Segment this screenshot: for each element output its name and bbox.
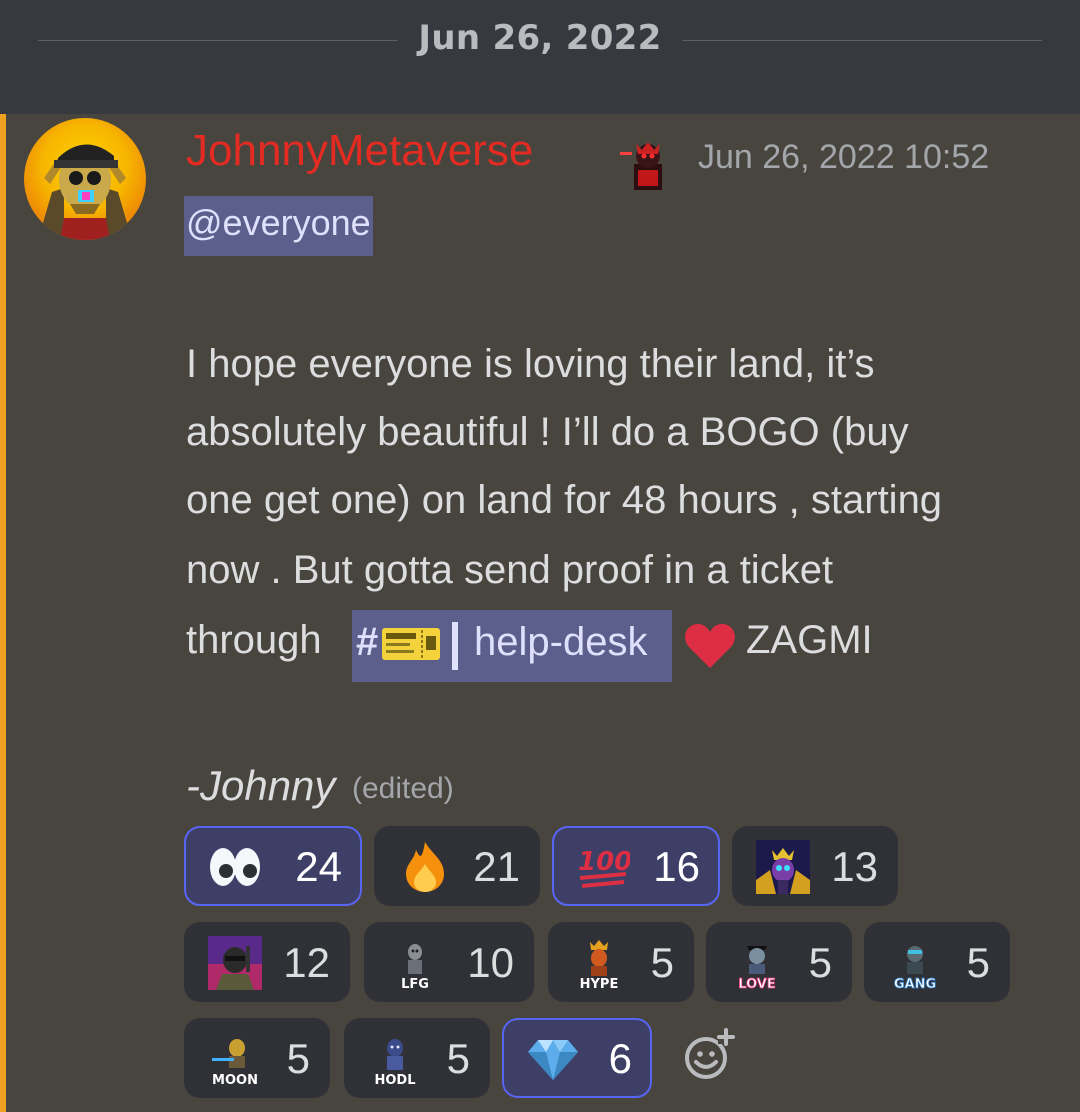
reaction-count: 12: [283, 939, 330, 986]
emoji-label: HODL: [374, 1073, 415, 1086]
soldier-emoji: [208, 936, 262, 990]
reaction-count: 5: [650, 939, 674, 986]
reaction-lfg[interactable]: LFG 10: [364, 922, 534, 1002]
message-line-2: absolutely beautiful ! I’ll do a BOGO (b…: [186, 410, 909, 454]
hype-emoji: HYPE: [572, 936, 626, 992]
channel-hash: #: [356, 620, 379, 664]
reaction-fire[interactable]: 21: [374, 826, 540, 906]
reaction-gang[interactable]: GANG 5: [864, 922, 1010, 1002]
channel-link-help-desk[interactable]: # help-desk: [352, 610, 672, 682]
love-emoji: LOVE: [730, 936, 784, 992]
reaction-count: 16: [653, 843, 700, 890]
message-line-3: one get one) on land for 48 hours , star…: [186, 478, 943, 522]
eyes-icon: [208, 840, 262, 894]
reaction-count: 21: [473, 843, 520, 890]
reaction-count: 5: [286, 1035, 310, 1082]
emoji-label: MOON: [212, 1073, 258, 1086]
emoji-label: HYPE: [580, 977, 619, 990]
edited-label: (edited): [352, 772, 454, 805]
add-reaction-icon[interactable]: [682, 1028, 738, 1084]
reaction-count: 24: [295, 843, 342, 890]
ticket-icon: [382, 628, 440, 660]
everyone-mention[interactable]: @everyone: [184, 196, 373, 256]
emoji-label: LFG: [401, 977, 429, 990]
reaction-count: 5: [446, 1035, 470, 1082]
emoji-label: GANG: [894, 977, 936, 990]
reaction-count: 5: [966, 939, 990, 986]
channel-name: help-desk: [474, 620, 648, 664]
message-line-5: through: [186, 618, 322, 662]
message-line-1: I hope everyone is loving their land, it…: [186, 342, 875, 386]
reaction-hype[interactable]: HYPE 5: [548, 922, 694, 1002]
divider-date: Jun 26, 2022: [418, 18, 662, 58]
author-name[interactable]: JohnnyMetaverse: [186, 126, 533, 176]
message-timestamp: Jun 26, 2022 10:52: [698, 138, 990, 176]
reaction-gem[interactable]: 6: [502, 1018, 652, 1098]
reaction-love[interactable]: LOVE 5: [706, 922, 852, 1002]
message-tail-text: ZAGMI: [746, 618, 873, 662]
red-heart-icon: [684, 622, 736, 670]
reaction-eyes[interactable]: 24: [184, 826, 362, 906]
lfg-emoji: LFG: [388, 936, 442, 992]
channel-separator-bar: [452, 622, 458, 670]
gang-emoji: GANG: [888, 936, 942, 992]
reaction-skull-king[interactable]: 13: [732, 826, 898, 906]
reaction-count: 5: [808, 939, 832, 986]
reaction-count: 13: [831, 843, 878, 890]
reaction-hundred[interactable]: 100 16: [552, 826, 720, 906]
hundred-points-icon: 100: [576, 840, 632, 894]
reaction-count: 6: [608, 1035, 632, 1082]
avatar[interactable]: [24, 118, 146, 240]
message-line-4: now . But gotta send proof in a ticket: [186, 548, 834, 592]
mention-highlight-bar: [0, 114, 6, 1112]
date-divider: Jun 26, 2022: [0, 0, 1080, 114]
skull-king-emoji: [756, 840, 810, 894]
signature: -Johnny: [186, 762, 336, 809]
fire-icon: [398, 840, 452, 894]
emoji-label: LOVE: [738, 977, 775, 990]
reaction-soldier[interactable]: 12: [184, 922, 350, 1002]
role-badge-icon[interactable]: [620, 134, 676, 190]
hodl-emoji: HODL: [368, 1032, 422, 1088]
gem-icon: [526, 1032, 580, 1086]
reaction-hodl[interactable]: HODL 5: [344, 1018, 490, 1098]
moon-emoji: MOON: [208, 1032, 262, 1088]
divider-line-right: [682, 40, 1042, 41]
reaction-count: 10: [467, 939, 514, 986]
reaction-moon[interactable]: MOON 5: [184, 1018, 330, 1098]
message[interactable]: JohnnyMetaverse Jun 26, 2022 10:52 @ever…: [0, 114, 1080, 1112]
